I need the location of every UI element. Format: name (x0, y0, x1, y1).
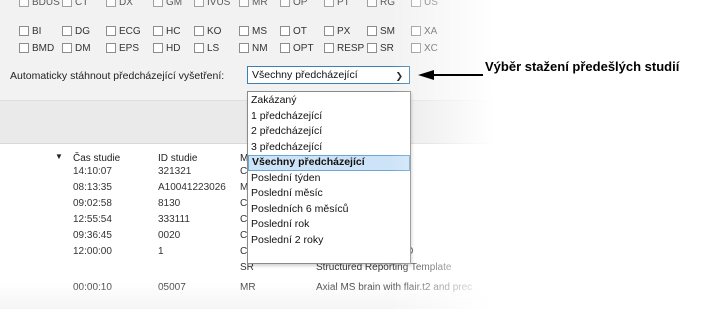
callout-arrow (418, 70, 483, 80)
callout-text: Výběr stažení předešlých studií (485, 59, 680, 74)
